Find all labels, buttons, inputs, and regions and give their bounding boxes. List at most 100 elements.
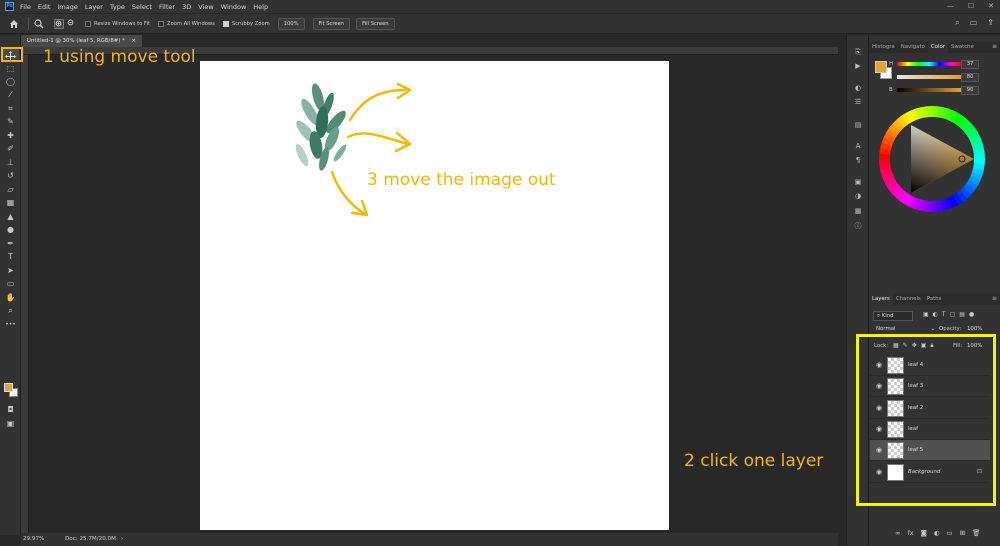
- styles-icon[interactable]: ▦: [852, 206, 864, 216]
- status-arrow-icon[interactable]: ›: [121, 533, 123, 546]
- menu-type[interactable]: Type: [110, 3, 125, 11]
- layers-panel-menu-icon[interactable]: ≡: [992, 295, 997, 302]
- zoom-all-windows-checkbox[interactable]: Zoom All Windows: [158, 20, 215, 27]
- zoom-in-button[interactable]: [54, 18, 64, 29]
- fit-screen-button[interactable]: Fit Screen: [312, 17, 351, 30]
- brushes-icon[interactable]: ▣: [852, 177, 864, 187]
- hue-slider[interactable]: [897, 62, 961, 66]
- filter-shape-icon[interactable]: ▢: [950, 311, 956, 318]
- zoom-icon[interactable]: [34, 18, 46, 29]
- tab-channels[interactable]: Channels: [893, 294, 924, 305]
- paragraph-panel-icon[interactable]: ¶: [852, 155, 864, 165]
- s-value[interactable]: 80: [961, 73, 979, 82]
- character-panel-icon[interactable]: A: [852, 141, 864, 151]
- new-group-icon[interactable]: ▭: [947, 529, 953, 537]
- tab-color[interactable]: Color: [927, 42, 948, 53]
- home-icon[interactable]: [9, 19, 19, 29]
- lasso-tool-icon[interactable]: ◯: [3, 76, 18, 87]
- filter-toggle-icon[interactable]: ●: [969, 311, 974, 318]
- fx-icon[interactable]: fx: [907, 529, 913, 537]
- menu-select[interactable]: Select: [132, 3, 152, 11]
- filter-smart-icon[interactable]: ▤: [959, 311, 965, 318]
- document-tab[interactable]: Untitled-1 @ 30% (leaf 5, RGB/8#) * ×: [21, 35, 143, 47]
- zoom-100-button[interactable]: 100%: [277, 17, 305, 30]
- menu-file[interactable]: File: [20, 3, 31, 11]
- share-icon[interactable]: ⇪: [987, 18, 994, 28]
- history-panel-icon[interactable]: ⎘: [852, 47, 864, 57]
- search-icon[interactable]: ⌕: [955, 18, 959, 28]
- new-layer-icon[interactable]: ⊞: [960, 529, 965, 537]
- close-button[interactable]: ✕: [988, 0, 994, 13]
- tab-swatches[interactable]: Swatche: [948, 42, 977, 53]
- color-wheel[interactable]: [877, 104, 987, 214]
- magic-wand-icon[interactable]: ⁄: [3, 89, 18, 100]
- menu-window[interactable]: Window: [221, 3, 247, 11]
- swatches-icon[interactable]: ◑: [852, 191, 864, 201]
- link-layers-icon[interactable]: ∞: [895, 529, 900, 537]
- path-selection-icon[interactable]: ➤: [3, 265, 18, 276]
- more-tools-icon[interactable]: •••: [3, 319, 18, 330]
- b-value[interactable]: 90: [961, 86, 979, 95]
- menu-edit[interactable]: Edit: [38, 3, 51, 11]
- marquee-tool-icon[interactable]: ⬚: [3, 63, 18, 74]
- zoom-level[interactable]: 29.97%: [23, 533, 44, 546]
- actions-panel-icon[interactable]: ▶: [852, 61, 864, 71]
- tab-layers[interactable]: Layers: [869, 294, 893, 305]
- maximize-button[interactable]: ☐: [968, 0, 974, 13]
- properties-icon[interactable]: ☰: [852, 97, 864, 107]
- fill-screen-button[interactable]: Fill Screen: [356, 17, 395, 30]
- menu-view[interactable]: View: [198, 3, 213, 11]
- blend-mode-select[interactable]: Normal ⌄: [873, 325, 937, 334]
- type-tool-icon[interactable]: T: [3, 251, 18, 262]
- tab-paths[interactable]: Paths: [924, 294, 945, 305]
- gradient-tool-icon[interactable]: ▦: [3, 197, 18, 208]
- delete-layer-icon[interactable]: 🗑︎: [972, 529, 980, 537]
- screen-mode-icon[interactable]: ▣: [3, 418, 18, 429]
- brightness-slider[interactable]: [897, 88, 961, 92]
- libraries-icon[interactable]: ▤: [852, 120, 864, 130]
- panel-menu-icon[interactable]: ≡: [992, 43, 997, 50]
- document-canvas[interactable]: [200, 61, 669, 530]
- menu-3d[interactable]: 3D: [182, 3, 191, 11]
- color-panel-foreground[interactable]: [875, 61, 887, 73]
- kind-filter[interactable]: ⌕ Kind: [873, 311, 913, 321]
- brush-tool-icon[interactable]: ✐: [3, 143, 18, 154]
- tab-histogram[interactable]: Histogra: [869, 42, 898, 53]
- zoom-tool-icon[interactable]: ⌕: [3, 305, 18, 316]
- filter-pixel-icon[interactable]: ▣: [923, 311, 929, 318]
- close-tab-icon[interactable]: ×: [132, 38, 137, 44]
- doc-size[interactable]: Doc: 25.7M/20.0M: [65, 533, 116, 546]
- opacity-value[interactable]: 100%: [967, 326, 982, 332]
- clone-stamp-icon[interactable]: ⊥: [3, 157, 18, 168]
- adjustment-layer-icon[interactable]: ◐: [934, 529, 940, 537]
- adjustments-icon[interactable]: ◐: [852, 83, 864, 93]
- workspace-icon[interactable]: ▭: [970, 18, 978, 28]
- menu-layer[interactable]: Layer: [85, 3, 103, 11]
- resize-windows-checkbox[interactable]: Resize Windows to Fit: [85, 20, 150, 27]
- blur-tool-icon[interactable]: ▲: [3, 211, 18, 222]
- foreground-color-swatch[interactable]: [4, 383, 13, 392]
- menu-image[interactable]: Image: [57, 3, 77, 11]
- history-brush-icon[interactable]: ↺: [3, 170, 18, 181]
- scrubby-zoom-checkbox[interactable]: Scrubby Zoom: [222, 20, 270, 27]
- zoom-out-button[interactable]: [67, 19, 77, 29]
- saturation-slider[interactable]: [897, 75, 961, 79]
- hand-tool-icon[interactable]: ✋: [3, 292, 18, 303]
- crop-tool-icon[interactable]: ⌗: [3, 103, 18, 114]
- filter-adjust-icon[interactable]: ◐: [933, 311, 938, 318]
- eyedropper-icon[interactable]: ✎: [3, 116, 18, 127]
- info-icon[interactable]: ⓘ: [852, 221, 864, 231]
- dodge-tool-icon[interactable]: ●: [3, 224, 18, 235]
- filter-type-icon[interactable]: T: [942, 311, 946, 318]
- menu-help[interactable]: Help: [253, 3, 268, 11]
- leaf-bouquet-image[interactable]: [288, 77, 358, 177]
- healing-brush-icon[interactable]: ✚: [3, 130, 18, 141]
- pen-tool-icon[interactable]: ✒: [3, 238, 18, 249]
- rectangle-tool-icon[interactable]: ▭: [3, 278, 18, 289]
- add-mask-icon[interactable]: ◙: [921, 529, 927, 537]
- tab-navigator[interactable]: Navigato: [898, 42, 928, 53]
- menu-filter[interactable]: Filter: [159, 3, 175, 11]
- quick-mask-icon[interactable]: ◘: [3, 404, 18, 415]
- minimize-button[interactable]: —: [947, 0, 954, 13]
- eraser-tool-icon[interactable]: ▱: [3, 184, 18, 195]
